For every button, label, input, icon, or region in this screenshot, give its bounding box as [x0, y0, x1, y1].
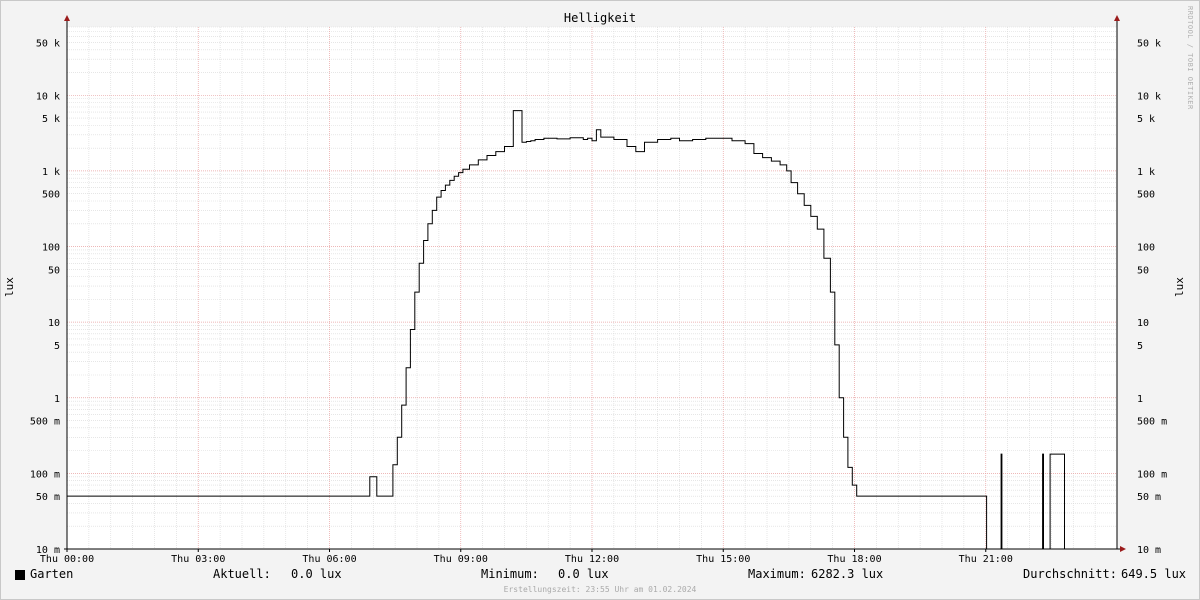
- x-tick-label: Thu 09:00: [434, 554, 488, 565]
- x-tick-label: Thu 18:00: [827, 554, 881, 565]
- y-tick-label-left: 50: [48, 265, 60, 276]
- y-axis-arrow-right: [1114, 15, 1120, 21]
- y-tick-label-right: 10: [1137, 318, 1149, 329]
- current-label: Aktuell:: [213, 567, 271, 581]
- x-tick-label: Thu 03:00: [171, 554, 225, 565]
- minimum-value: 0.0 lux: [558, 567, 609, 581]
- maximum-label: Maximum:: [748, 567, 806, 581]
- y-axis-label-right: lux: [1173, 277, 1186, 297]
- x-tick-label: Thu 21:00: [959, 554, 1013, 565]
- y-tick-label-right: 1: [1137, 394, 1143, 405]
- y-tick-label-left: 10: [48, 318, 60, 329]
- y-tick-label-left: 100 m: [30, 469, 60, 480]
- y-tick-label-left: 1: [54, 394, 60, 405]
- y-tick-label-left: 50 k: [36, 38, 60, 49]
- average-label: Durchschnitt:: [1023, 567, 1117, 581]
- legend-series-name: Garten: [30, 567, 74, 581]
- average-value: 649.5 lux: [1121, 567, 1187, 581]
- generation-timestamp: Erstellungszeit: 23:55 Uhr am 01.02.2024: [503, 585, 697, 594]
- y-tick-label-right: 50 k: [1137, 38, 1161, 49]
- legend-swatch-garten: [15, 570, 25, 580]
- y-tick-label-right: 5: [1137, 341, 1143, 352]
- x-axis-arrow: [1120, 546, 1126, 552]
- y-tick-label-left: 100: [42, 243, 60, 254]
- y-tick-label-right: 100 m: [1137, 469, 1167, 480]
- y-tick-label-left: 500: [42, 190, 60, 201]
- x-tick-label: Thu 15:00: [696, 554, 750, 565]
- minimum-label: Minimum:: [481, 567, 539, 581]
- y-tick-label-right: 1 k: [1137, 167, 1155, 178]
- current-value: 0.0 lux: [291, 567, 342, 581]
- y-tick-label-right: 50: [1137, 265, 1149, 276]
- y-tick-label-right: 10 m: [1137, 545, 1161, 556]
- y-tick-label-right: 10 k: [1137, 91, 1161, 102]
- chart-svg: Helligkeit lux lux RRDTOOL / TOBI OETIKE…: [3, 6, 1194, 565]
- y-tick-label-right: 100: [1137, 243, 1155, 254]
- y-tick-label-right: 500: [1137, 190, 1155, 201]
- x-tick-label: Thu 06:00: [302, 554, 356, 565]
- plot-area: Thu 00:00 Thu 03:00 Thu 06:00 Thu 09:00 Thu …: [30, 15, 1167, 565]
- maximum-value: 6282.3 lux: [811, 567, 884, 581]
- y-tick-label-left: 500 m: [30, 417, 60, 428]
- rrdtool-watermark: RRDTOOL / TOBI OETIKER: [1186, 6, 1194, 110]
- chart-title: Helligkeit: [564, 11, 636, 25]
- y-tick-label-left: 5 k: [42, 114, 60, 125]
- y-tick-label-left: 50 m: [36, 492, 60, 503]
- y-tick-label-left: 10 m: [36, 545, 60, 556]
- y-tick-label-right: 50 m: [1137, 492, 1161, 503]
- x-tick-label: Thu 12:00: [565, 554, 619, 565]
- y-tick-label-left: 10 k: [36, 91, 60, 102]
- y-axis-arrow-left: [64, 15, 70, 21]
- y-axis-label-left: lux: [3, 277, 16, 297]
- y-tick-label-right: 500 m: [1137, 417, 1167, 428]
- y-tick-label-left: 1 k: [42, 167, 60, 178]
- y-tick-label-left: 5: [54, 341, 60, 352]
- y-tick-label-right: 5 k: [1137, 114, 1155, 125]
